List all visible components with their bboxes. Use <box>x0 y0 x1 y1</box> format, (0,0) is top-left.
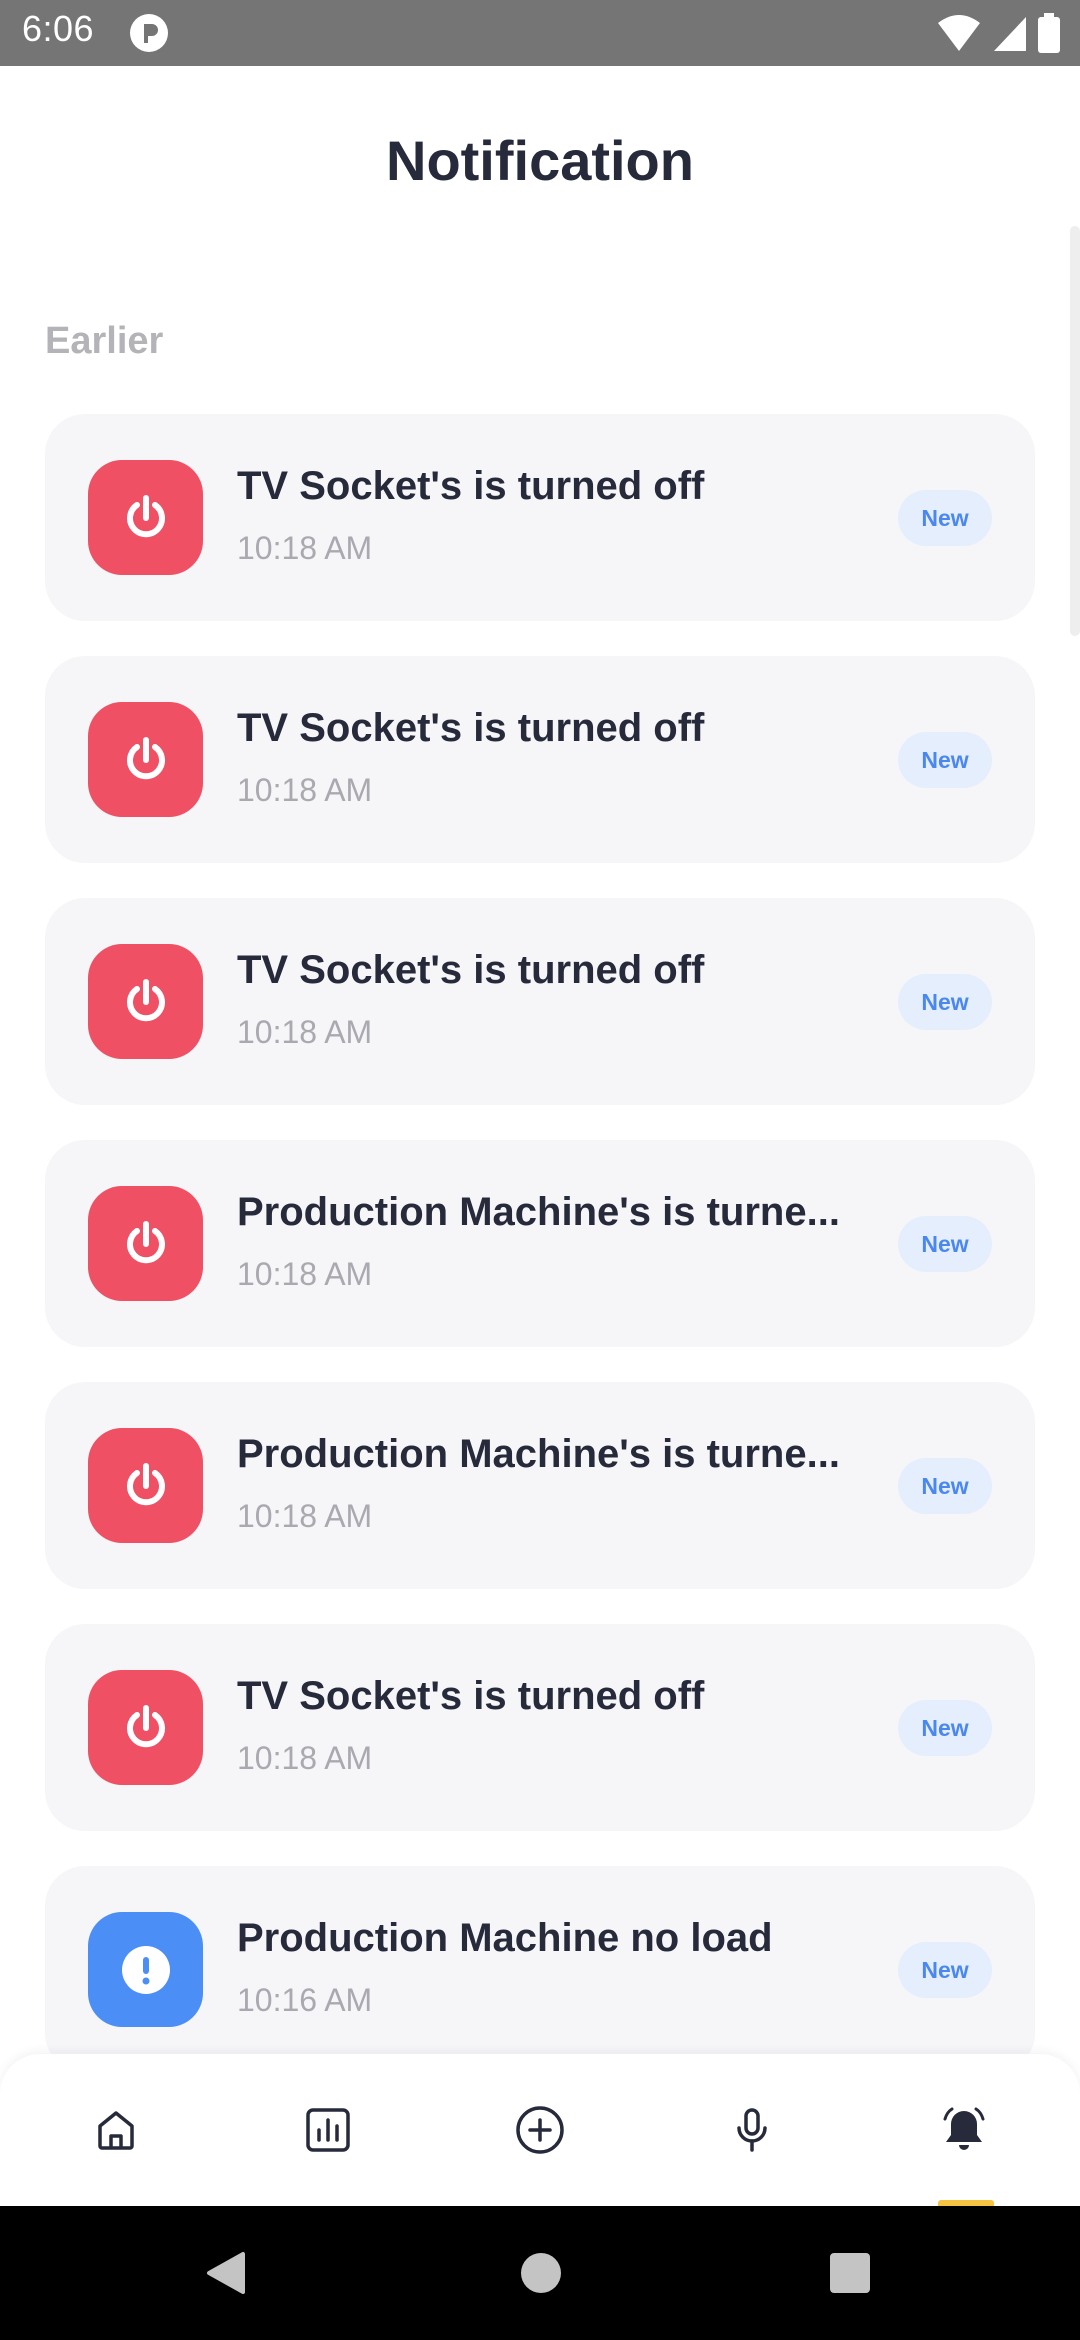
nav-voice-button[interactable] <box>716 2094 788 2166</box>
recents-square-icon <box>830 2253 870 2293</box>
notification-time: 10:18 AM <box>237 530 373 566</box>
notification-time: 10:16 AM <box>237 1982 373 2018</box>
notification-title: TV Socket's is turned off <box>237 948 705 992</box>
scrollbar[interactable] <box>1070 226 1080 636</box>
power-icon <box>88 1670 203 1785</box>
new-badge: New <box>898 490 992 546</box>
notification-title: Production Machine's is turne... <box>237 1190 840 1234</box>
alert-icon <box>88 1912 203 2027</box>
notification-time: 10:18 AM <box>237 1498 373 1534</box>
notification-time: 10:18 AM <box>237 1256 373 1292</box>
home-system-button[interactable] <box>513 2245 569 2301</box>
app-status-icon <box>130 14 168 52</box>
new-badge: New <box>898 1942 992 1998</box>
bar-chart-icon <box>306 2108 350 2152</box>
status-icons <box>936 10 1060 56</box>
battery-icon <box>1038 13 1060 53</box>
notification-item[interactable]: Production Machine's is turne... 10:18 A… <box>45 1140 1035 1347</box>
page-title: Notification <box>386 129 694 192</box>
recents-button[interactable] <box>822 2245 878 2301</box>
power-icon <box>88 944 203 1059</box>
nav-add-button[interactable] <box>504 2094 576 2166</box>
notification-item[interactable]: TV Socket's is turned off 10:18 AM New <box>45 898 1035 1105</box>
home-circle-icon <box>521 2253 561 2293</box>
notification-item[interactable]: TV Socket's is turned off 10:18 AM New <box>45 656 1035 863</box>
notification-time: 10:18 AM <box>237 772 373 808</box>
cellular-signal-icon <box>994 17 1026 51</box>
home-icon <box>98 2111 134 2150</box>
system-navigation-bar <box>0 2206 1080 2340</box>
new-badge: New <box>898 1458 992 1514</box>
notification-item[interactable]: Production Machine's is turne... 10:18 A… <box>45 1382 1035 1589</box>
status-bar: 6:06 <box>0 0 1080 66</box>
wifi-icon <box>938 15 980 51</box>
power-icon <box>88 460 203 575</box>
nav-notifications-button[interactable] <box>928 2094 1000 2166</box>
power-icon <box>88 1186 203 1301</box>
new-badge: New <box>898 1700 992 1756</box>
bottom-navigation <box>0 2054 1080 2206</box>
back-triangle-icon <box>207 2252 245 2294</box>
notification-time: 10:18 AM <box>237 1014 373 1050</box>
notification-title: TV Socket's is turned off <box>237 706 705 750</box>
new-badge: New <box>898 1216 992 1272</box>
power-icon <box>88 1428 203 1543</box>
notification-title: TV Socket's is turned off <box>237 464 705 508</box>
section-label-earlier: Earlier <box>45 320 164 362</box>
new-badge: New <box>898 732 992 788</box>
new-badge: New <box>898 974 992 1030</box>
notification-time: 10:18 AM <box>237 1740 373 1776</box>
microphone-icon <box>737 2108 767 2152</box>
add-circle-icon <box>516 2106 564 2154</box>
status-time: 6:06 <box>22 8 95 49</box>
notification-title: Production Machine no load <box>237 1916 773 1960</box>
bell-icon <box>943 2107 985 2150</box>
notification-item[interactable]: TV Socket's is turned off 10:18 AM New <box>45 1624 1035 1831</box>
power-icon <box>88 702 203 817</box>
nav-stats-button[interactable] <box>292 2094 364 2166</box>
notification-title: TV Socket's is turned off <box>237 1674 705 1718</box>
back-button[interactable] <box>198 2245 254 2301</box>
notification-title: Production Machine's is turne... <box>237 1432 840 1476</box>
notification-item[interactable]: TV Socket's is turned off 10:18 AM New <box>45 414 1035 621</box>
nav-home-button[interactable] <box>80 2094 152 2166</box>
notification-item[interactable]: Production Machine no load 10:16 AM New <box>45 1866 1035 2073</box>
